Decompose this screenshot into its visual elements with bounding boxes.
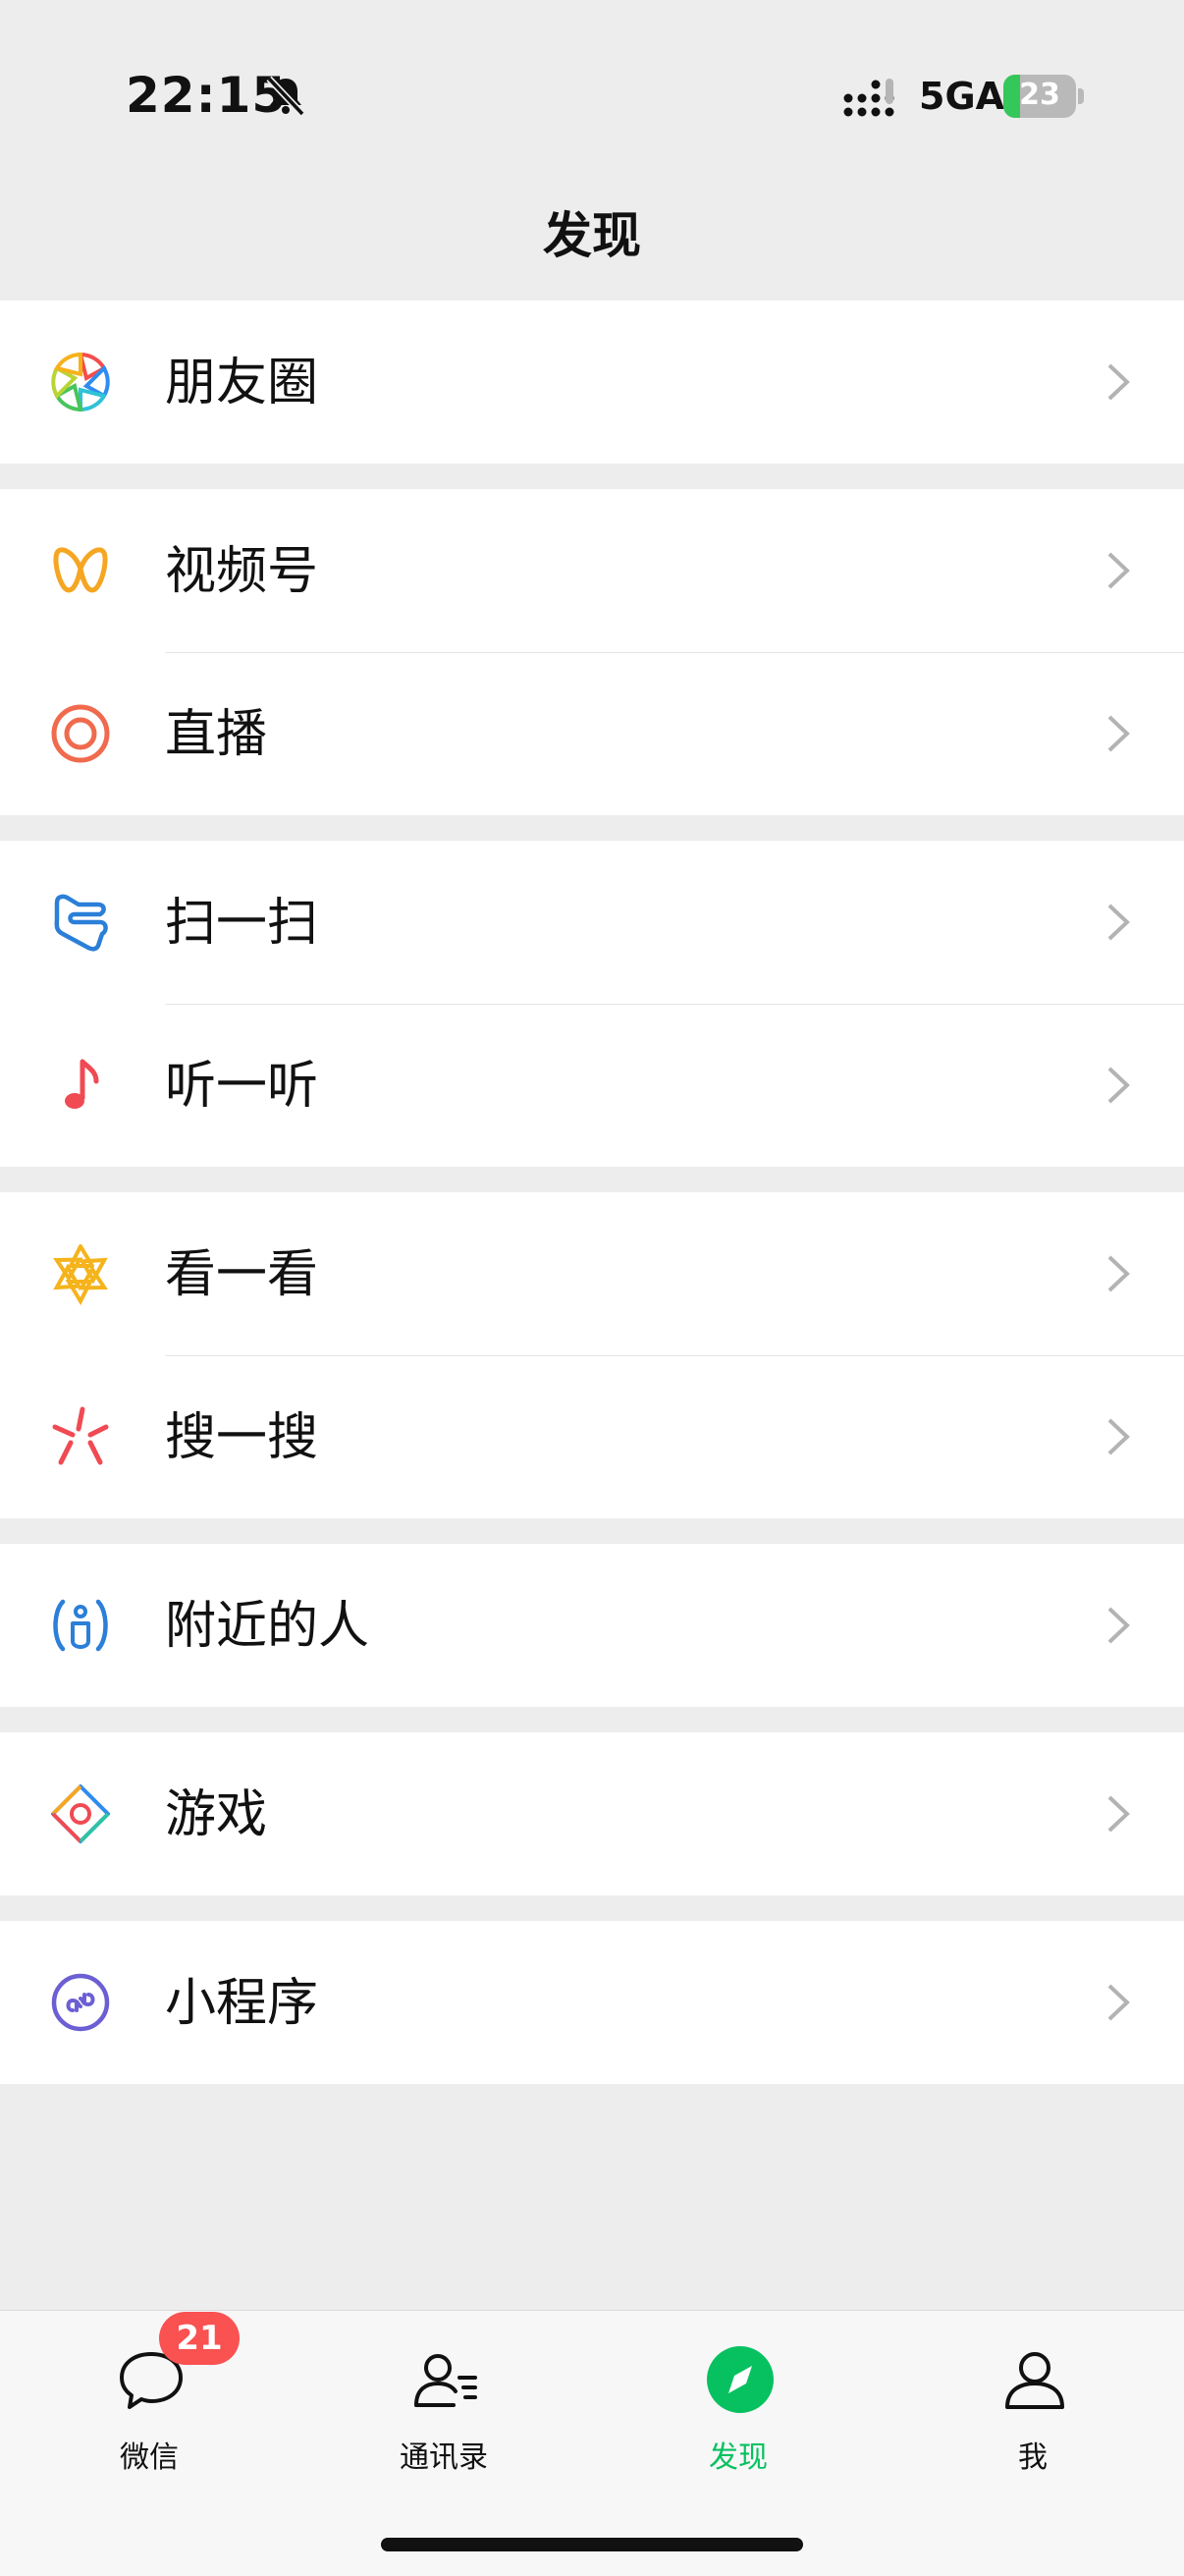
menu-item-label: 直播 [165,705,268,764]
menu-item-people-nearby[interactable]: 附近的人 [0,1544,1184,1707]
top-stories-icon [53,1244,108,1305]
live-icon [51,704,110,763]
me-person-icon [1005,2352,1064,2409]
battery-level: 23 [1019,78,1060,112]
status-bar: 22:15 5GA 23 [0,0,1184,187]
tab-discover[interactable]: 发现 [640,2334,836,2492]
battery-icon: 23 [1003,75,1084,118]
menu-group: 朋友圈 [0,301,1184,464]
menu-group: 扫一扫 听一听 [0,841,1184,1167]
menu-item-label: 游戏 [165,1785,268,1844]
chevron-right-icon [1107,1984,1130,2021]
chevron-right-icon [1107,904,1130,941]
tab-label: 通讯录 [400,2440,488,2475]
tab-label: 微信 [120,2440,179,2475]
mini-programs-icon [51,1973,110,2032]
chevron-right-icon [1107,715,1130,752]
contacts-icon [414,2354,477,2407]
menu-item-mini-programs[interactable]: 小程序 [0,1921,1184,2084]
discover-compass-icon [707,2346,774,2413]
menu-item-label: 视频号 [165,542,319,601]
menu-group: 小程序 [0,1921,1184,2084]
discover-menu: 朋友圈 视频号 直播 扫一扫 听一听 看一看 搜一搜 附近的人 游戏 小程序 [0,301,1184,2110]
menu-item-channels[interactable]: 视频号 [0,489,1184,652]
chevron-right-icon [1107,1418,1130,1455]
menu-item-live[interactable]: 直播 [0,652,1184,815]
music-note-icon [65,1059,99,1109]
chevron-right-icon [1107,1067,1130,1104]
menu-item-label: 搜一搜 [165,1408,319,1467]
menu-group: 附近的人 [0,1544,1184,1707]
menu-item-label: 看一看 [165,1245,319,1304]
people-nearby-icon [53,1599,108,1652]
bell-off-icon [266,76,305,117]
tab-contacts[interactable]: 通讯录 [346,2334,542,2492]
games-icon [51,1784,110,1843]
menu-item-moments[interactable]: 朋友圈 [0,301,1184,464]
menu-item-label: 扫一扫 [165,894,319,953]
menu-group: 看一看 搜一搜 [0,1192,1184,1518]
menu-item-search[interactable]: 搜一搜 [0,1355,1184,1518]
scan-icon [54,894,108,952]
search-sparkle-icon [52,1406,109,1465]
menu-item-label: 小程序 [165,1974,319,2033]
menu-item-scan[interactable]: 扫一扫 [0,841,1184,1004]
menu-item-label: 附近的人 [165,1597,370,1656]
page-title: 发现 [543,207,641,264]
moments-icon [51,352,110,412]
chevron-right-icon [1107,1607,1130,1644]
menu-group: 视频号 直播 [0,489,1184,815]
channels-icon [53,547,108,593]
tab-label: 我 [1018,2440,1048,2475]
menu-item-games[interactable]: 游戏 [0,1732,1184,1895]
chevron-right-icon [1107,1795,1130,1833]
tab-me[interactable]: 我 [935,2334,1131,2492]
menu-group: 游戏 [0,1732,1184,1895]
menu-item-label: 听一听 [165,1057,319,1116]
home-indicator[interactable] [381,2538,803,2551]
chevron-right-icon [1107,363,1130,401]
signal-icon [843,79,894,117]
menu-item-label: 朋友圈 [165,354,319,412]
chevron-right-icon [1107,1255,1130,1292]
tab-label: 发现 [709,2440,768,2475]
menu-item-listen[interactable]: 听一听 [0,1004,1184,1167]
network-label: 5GA [919,75,1005,118]
unread-badge: 21 [159,2312,240,2365]
chevron-right-icon [1107,552,1130,589]
menu-item-top-stories[interactable]: 看一看 [0,1192,1184,1355]
